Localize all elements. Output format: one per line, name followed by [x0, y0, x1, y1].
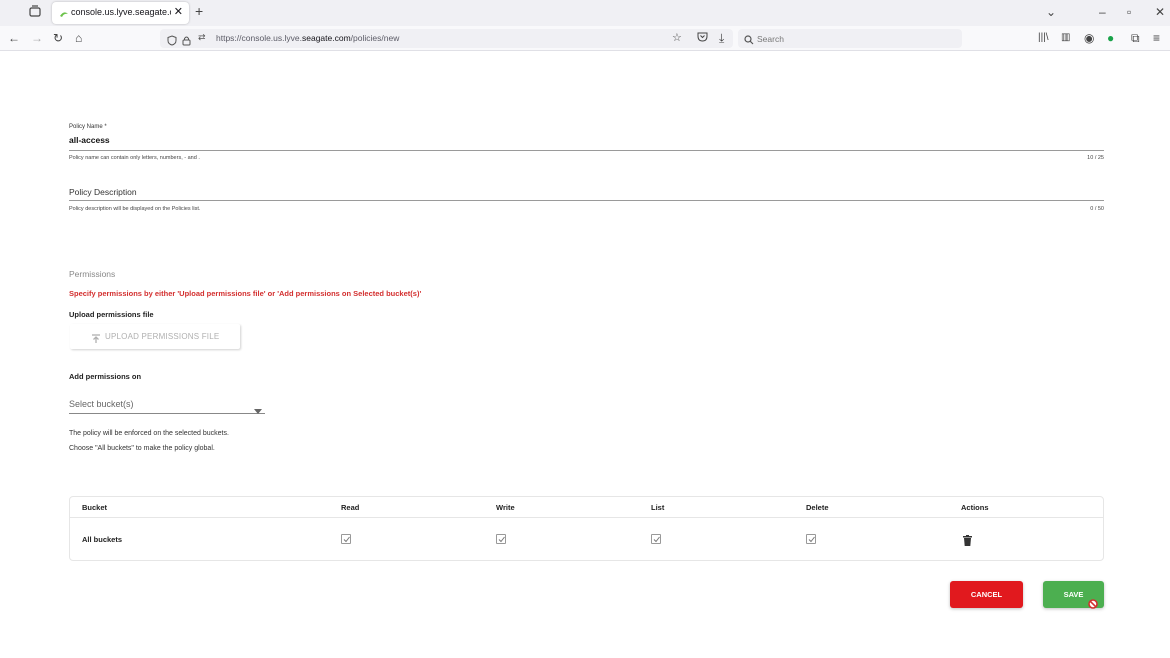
column-header-write: Write	[496, 503, 515, 512]
policy-description-counter: 0 / 50	[1090, 206, 1104, 212]
url-bar[interactable]: ⇄ https://console.us.lyve.seagate.com/po…	[160, 29, 733, 48]
policy-name-value[interactable]: all-access	[69, 135, 110, 145]
new-tab-icon[interactable]: +	[195, 4, 203, 18]
search-placeholder: Search	[757, 34, 784, 44]
seagate-favicon-icon	[59, 7, 69, 25]
library-icon[interactable]: |||\	[1038, 31, 1049, 45]
extensions-puzzle-icon[interactable]: ⧉	[1131, 31, 1140, 45]
policy-description-helper: Policy description will be displayed on …	[69, 206, 201, 212]
download-icon[interactable]: ⤓	[719, 31, 724, 45]
delete-checkbox[interactable]	[806, 534, 816, 544]
back-icon[interactable]: ←	[8, 31, 20, 45]
dropdown-caret-icon	[254, 401, 262, 419]
lock-icon[interactable]	[182, 33, 191, 51]
search-icon	[744, 32, 754, 50]
table-cell-bucket: All buckets	[82, 535, 123, 544]
shield-icon[interactable]	[167, 33, 177, 51]
permissions-warning: Specify permissions by either 'Upload pe…	[69, 289, 422, 298]
tab-list-icon[interactable]	[28, 4, 44, 20]
policy-name-helper: Policy name can contain only letters, nu…	[69, 155, 200, 161]
permissions-table: Bucket Read Write List Delete Actions Al…	[69, 496, 1104, 561]
policy-name-counter: 10 / 25	[1087, 155, 1104, 161]
policy-name-field[interactable]: Policy Name * all-access Policy name can…	[69, 124, 1104, 164]
policy-description-placeholder[interactable]: Policy Description	[69, 187, 137, 197]
policy-name-label: Policy Name *	[69, 124, 107, 130]
bookmark-star-icon[interactable]: ☆	[672, 31, 682, 44]
global-note: Choose "All buckets" to make the policy …	[69, 445, 215, 452]
extension-icon[interactable]: ●	[1107, 31, 1114, 45]
url-text[interactable]: https://console.us.lyve.seagate.com/poli…	[216, 33, 399, 43]
read-checkbox[interactable]	[341, 534, 351, 544]
browser-nav-bar: ← → ↻ ⌂ ⇄ https://console.us.lyve.seagat…	[0, 26, 1170, 51]
not-allowed-cursor-icon	[1088, 593, 1098, 620]
add-permissions-title: Add permissions on	[69, 372, 142, 381]
list-checkbox[interactable]	[651, 534, 661, 544]
save-button-label: SAVE	[1063, 590, 1084, 599]
write-checkbox[interactable]	[496, 534, 506, 544]
save-button[interactable]: SAVE	[1043, 581, 1104, 609]
list-all-tabs-icon[interactable]: ⌄	[1046, 5, 1056, 19]
minimize-icon[interactable]: –	[1099, 5, 1106, 19]
search-bar[interactable]: Search	[738, 29, 962, 48]
policy-name-underline	[69, 150, 1104, 151]
trash-icon[interactable]	[963, 533, 972, 551]
table-header-divider	[70, 517, 1103, 518]
upload-icon	[91, 331, 101, 349]
url-domain: seagate.com	[302, 33, 351, 43]
upload-permissions-title: Upload permissions file	[69, 310, 154, 319]
upload-permissions-button[interactable]: UPLOAD PERMISSIONS FILE	[70, 324, 240, 349]
account-icon[interactable]: ◉	[1084, 31, 1094, 45]
permissions-section-title: Permissions	[69, 269, 116, 279]
upload-button-label: UPLOAD PERMISSIONS FILE	[105, 332, 220, 341]
menu-icon[interactable]: ≡	[1153, 31, 1160, 45]
bucket-select-placeholder: Select bucket(s)	[69, 399, 134, 409]
sidebar-icon[interactable]: ▥	[1061, 31, 1070, 45]
bucket-select[interactable]: Select bucket(s)	[69, 396, 265, 414]
home-icon[interactable]: ⌂	[75, 31, 82, 45]
column-header-actions: Actions	[961, 503, 989, 512]
url-path: /policies/new	[350, 33, 400, 43]
maximize-icon[interactable]: ▫	[1127, 5, 1131, 19]
browser-tab-bar: console.us.lyve.seagate.com/po ✕ + ⌄ – ▫…	[0, 0, 1170, 26]
column-header-read: Read	[341, 503, 360, 512]
close-tab-icon[interactable]: ✕	[174, 6, 183, 18]
policy-description-field[interactable]: Policy Description Policy description wi…	[69, 185, 1104, 217]
reload-icon[interactable]: ↻	[53, 31, 63, 45]
pocket-icon[interactable]	[697, 31, 708, 45]
column-header-delete: Delete	[806, 503, 829, 512]
tab-title: console.us.lyve.seagate.com/po	[71, 7, 171, 17]
window-close-icon[interactable]: ✕	[1155, 5, 1165, 19]
column-header-list: List	[651, 503, 665, 512]
column-header-bucket: Bucket	[82, 503, 108, 512]
permissions-icon[interactable]: ⇄	[198, 32, 206, 43]
url-prefix: https://console.us.lyve.	[216, 33, 302, 43]
forward-icon[interactable]: →	[31, 31, 43, 45]
enforce-note: The policy will be enforced on the selec…	[69, 430, 229, 437]
cancel-button[interactable]: CANCEL	[950, 581, 1023, 608]
browser-tab-active[interactable]: console.us.lyve.seagate.com/po ✕	[52, 2, 189, 24]
policy-description-underline	[69, 200, 1104, 201]
